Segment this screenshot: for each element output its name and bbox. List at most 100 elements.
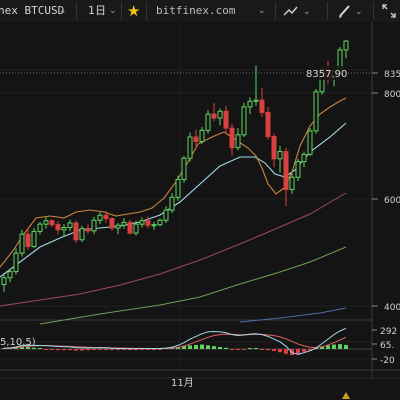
svg-text:⌄: ⌄ — [303, 7, 311, 17]
last-price-value: 8357.90 — [306, 69, 347, 80]
favorite-star-icon[interactable]: ★ — [127, 0, 140, 22]
oscillator-bar — [140, 349, 144, 350]
oscillator-bar — [230, 349, 234, 350]
candle-up — [163, 209, 169, 221]
chart-area[interactable]: 5,10,5) 835 800 600 400 8357.90 292 65. … — [0, 22, 400, 400]
pencil-icon: ⌄ — [339, 5, 363, 18]
candle-down — [211, 113, 217, 119]
oscillator-bar — [68, 349, 72, 351]
last-price-tag: 8357.90 — [304, 66, 348, 80]
oscillator-bar — [188, 345, 192, 349]
candle-up — [301, 153, 307, 163]
oscillator-bar — [242, 349, 246, 350]
oscillator-bar — [236, 349, 240, 350]
oscillator-bar — [224, 347, 228, 349]
oscillator-bar — [212, 346, 216, 349]
candle-up — [31, 230, 37, 247]
candle-up — [79, 228, 85, 241]
candle-down — [103, 214, 109, 220]
candle-down — [265, 111, 271, 137]
svg-text:⌄: ⌄ — [355, 7, 363, 17]
candle-down — [85, 228, 91, 232]
candle-down — [283, 151, 289, 191]
oscillator-params-label: 5,10,5) — [0, 337, 36, 348]
candle-down — [271, 135, 277, 160]
candle-up — [19, 233, 25, 254]
oscillator-bar — [266, 349, 270, 351]
oscillator-bar — [272, 349, 276, 352]
oscillator-bar — [284, 349, 288, 354]
indicator-dropdown-button[interactable]: ⌄ — [283, 3, 315, 19]
candle-up — [187, 136, 193, 159]
oscillator-bar — [344, 344, 348, 349]
candle-up — [13, 252, 19, 273]
candle-down — [127, 221, 133, 234]
candle-up — [175, 178, 181, 198]
candle-down — [259, 99, 265, 113]
oscillator-bar — [116, 349, 120, 350]
candle-up — [115, 224, 121, 229]
candle-down — [223, 110, 229, 129]
oscillator-bar — [92, 349, 96, 350]
toolbar-divider — [76, 2, 77, 20]
oscillator-bar — [338, 344, 342, 349]
candle-up — [181, 157, 187, 180]
oscillator-bar — [254, 348, 258, 349]
symbol-label[interactable]: nex BTCUSD — [0, 0, 64, 22]
oscillator-bar — [194, 344, 198, 349]
oscillator-bar — [104, 349, 108, 350]
candle-down — [229, 127, 235, 149]
price-axis-label: 800 — [384, 90, 400, 100]
oscillator-bar — [260, 349, 264, 350]
interval-dropdown-chevron-icon[interactable]: ⌄ — [109, 0, 117, 22]
fullscreen-button[interactable] — [381, 3, 397, 19]
toolbar-divider — [373, 2, 374, 20]
time-axis[interactable]: 11月 — [171, 377, 194, 389]
oscillator-bar — [158, 349, 162, 350]
price-axis-label: 600 — [384, 196, 400, 206]
oscillator-bar — [302, 349, 306, 352]
candle-down — [145, 220, 151, 226]
candle-up — [253, 99, 259, 102]
candle-up — [133, 223, 139, 234]
price-axis-label: 835 — [384, 70, 400, 80]
price-axis-label: 400 — [384, 303, 400, 313]
candle-up — [235, 134, 241, 149]
candle-up — [91, 219, 97, 232]
candle-down — [55, 224, 61, 231]
oscillator-bar — [332, 344, 336, 349]
candle-up — [37, 223, 43, 232]
candle-up — [151, 224, 157, 227]
oscillator-bar — [38, 348, 42, 349]
oscillator-bar — [152, 349, 156, 350]
candle-down — [73, 222, 79, 241]
candle-down — [109, 218, 115, 229]
symbol-dropdown-chevron-icon[interactable]: ⌄ — [59, 0, 67, 22]
candle-up — [277, 151, 283, 160]
interval-label[interactable]: 1日 — [88, 0, 106, 22]
site-label: bitfinex.com — [156, 4, 236, 17]
oscillator-bar — [80, 349, 84, 351]
candle-up — [1, 277, 7, 285]
drawing-tools-button[interactable]: ⌄ — [337, 3, 367, 19]
toolbar-divider — [327, 2, 328, 20]
oscillator-bar — [206, 345, 210, 349]
oscillator-axis-label: -20 — [380, 356, 395, 366]
indicator-icon: ⌄ — [283, 6, 311, 17]
candle-up — [205, 113, 211, 131]
oscillator-bar — [86, 349, 90, 351]
oscillator-bar — [56, 349, 60, 351]
oscillator-bar — [248, 348, 252, 349]
expand-icon — [382, 4, 396, 18]
site-dropdown-chevron-icon[interactable]: ⌄ — [258, 0, 266, 22]
candle-up — [241, 106, 247, 136]
oscillator-bar — [74, 349, 78, 351]
candle-up — [7, 271, 13, 279]
candle-up — [307, 130, 313, 155]
oscillator-bar — [218, 346, 222, 349]
oscillator-bar — [200, 344, 204, 349]
toolbar-divider — [146, 2, 147, 20]
candle-up — [67, 222, 73, 228]
candle-up — [97, 214, 103, 221]
candle-up — [247, 100, 253, 108]
